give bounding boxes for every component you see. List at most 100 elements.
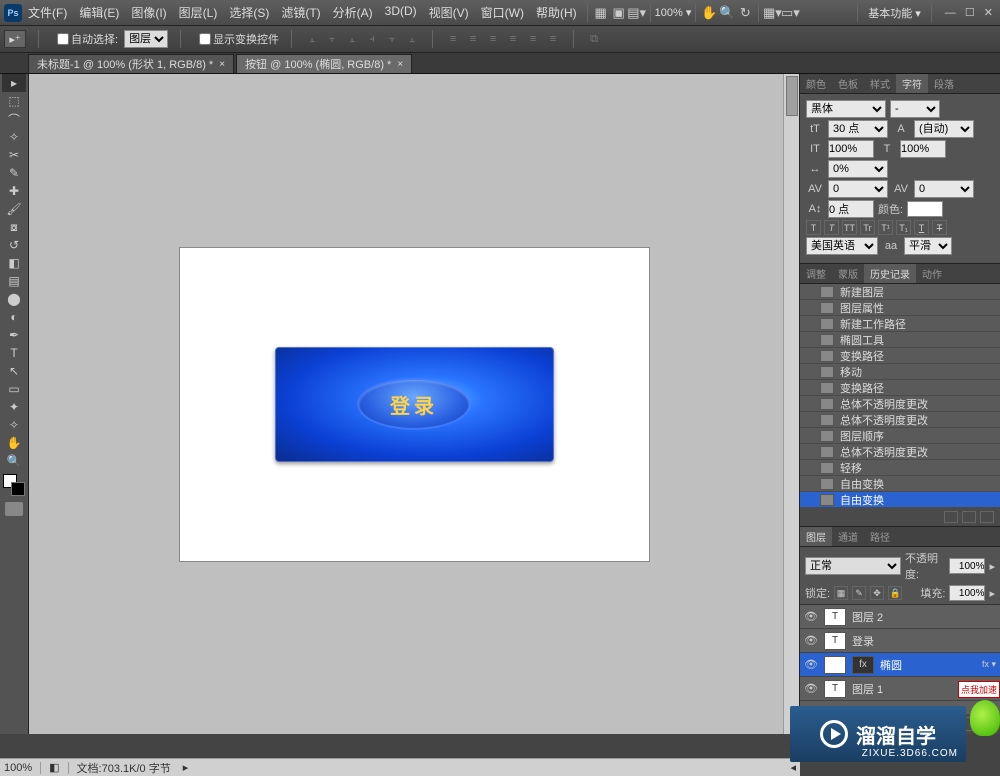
menu-analysis[interactable]: 分析(A) [327,4,379,21]
visibility-icon[interactable]: 👁 [804,682,818,695]
layer-row[interactable]: 👁fx椭圆fx ▾ [800,653,1000,677]
status-arrow-icon[interactable]: ▸ [183,761,189,774]
gradient-tool[interactable]: ▤ [2,272,26,290]
zoom-icon[interactable]: 🔍 [718,4,736,22]
menu-edit[interactable]: 编辑(E) [73,4,125,21]
dodge-tool[interactable]: ◐ [2,308,26,326]
brush-tool[interactable]: 🖌 [2,200,26,218]
tab-character[interactable]: 字符 [896,74,928,93]
arrange-icon[interactable]: ▦▾ [763,4,781,22]
lock-transparency[interactable]: ▦ [834,586,848,600]
hscale[interactable] [900,140,946,158]
opacity-arrow-icon[interactable]: ▸ [989,560,995,573]
trash-icon[interactable] [980,511,994,523]
show-transform-controls[interactable]: 显示变换控件 [199,31,279,47]
menu-filter[interactable]: 滤镜(T) [275,4,326,21]
layer-row[interactable]: 👁T登录 [800,629,1000,653]
visibility-icon[interactable]: 👁 [804,610,818,623]
new-snapshot-icon[interactable] [944,511,958,523]
font-family[interactable]: 黑体 [806,100,886,118]
tab-close-icon[interactable]: × [397,59,403,70]
type-tool[interactable]: T [2,344,26,362]
eraser-tool[interactable]: ◧ [2,254,26,272]
menu-layer[interactable]: 图层(L) [173,4,224,21]
workspace-switch[interactable]: 基本功能 ▾ [868,5,921,21]
visibility-icon[interactable]: 👁 [804,658,818,671]
auto-select-target[interactable]: 图层 [124,30,168,48]
doc-tab-2[interactable]: 按钮 @ 100% (椭圆, RGB/8) *× [236,54,412,73]
status-zoom[interactable]: 100% [4,762,32,774]
document-canvas[interactable]: 登录 [179,247,650,562]
menu-image[interactable]: 图像(I) [125,4,172,21]
tracking[interactable]: 0% [828,160,888,178]
menu-window[interactable]: 窗口(W) [475,4,530,21]
heal-tool[interactable]: ✚ [2,182,26,200]
history-item[interactable]: 总体不透明度更改 [800,444,1000,460]
tab-styles[interactable]: 样式 [864,74,896,93]
maximize-icon[interactable]: ☐ [962,7,978,19]
history-item[interactable]: 轻移 [800,460,1000,476]
minimize-icon[interactable]: — [942,7,959,19]
history-item[interactable]: 自由变换 [800,476,1000,492]
mascot-badge[interactable]: 点我加速 [958,681,1000,698]
tab-paragraph[interactable]: 段落 [928,74,960,93]
history-item[interactable]: 总体不透明度更改 [800,396,1000,412]
3d-tool[interactable]: ✦ [2,398,26,416]
marquee-tool[interactable]: ⬚ [2,92,26,110]
tab-close-icon[interactable]: × [219,59,225,70]
antialias[interactable]: 平滑 [904,237,952,255]
lock-position[interactable]: ✥ [870,586,884,600]
history-item[interactable]: 自由变换 [800,492,1000,508]
path-tool[interactable]: ↖ [2,362,26,380]
font-style[interactable]: - [890,100,940,118]
lock-paint[interactable]: ✎ [852,586,866,600]
kerning2[interactable]: 0 [914,180,974,198]
fill-input[interactable] [949,585,985,601]
menu-help[interactable]: 帮助(H) [530,4,583,21]
crop-tool[interactable]: ✂ [2,146,26,164]
history-item[interactable]: 新建图层 [800,284,1000,300]
tab-color[interactable]: 颜色 [800,74,832,93]
tab-layers[interactable]: 图层 [800,527,832,546]
menu-select[interactable]: 选择(S) [223,4,275,21]
canvas-area[interactable]: 登录 [29,74,799,734]
visibility-icon[interactable]: 👁 [804,634,818,647]
stamp-tool[interactable]: ⧇ [2,218,26,236]
opacity-input[interactable] [949,558,985,574]
close-icon[interactable]: ✕ [981,7,996,19]
hand-icon[interactable]: ✋ [700,4,718,22]
history-item[interactable]: 变换路径 [800,348,1000,364]
hand-tool[interactable]: ✋ [2,434,26,452]
menu-file[interactable]: 文件(F) [22,4,73,21]
text-color-swatch[interactable] [907,201,943,217]
auto-select-checkbox[interactable]: 自动选择: [57,31,118,47]
shape-tool[interactable]: ▭ [2,380,26,398]
wand-tool[interactable]: ✧ [2,128,26,146]
vscale[interactable] [828,140,874,158]
history-item[interactable]: 椭圆工具 [800,332,1000,348]
minibridge-icon[interactable]: ▣ [610,4,628,22]
tab-swatches[interactable]: 色板 [832,74,864,93]
menu-view[interactable]: 视图(V) [423,4,475,21]
blend-mode[interactable]: 正常 [805,557,901,575]
quickmask-icon[interactable] [5,502,23,516]
history-item[interactable]: 图层顺序 [800,428,1000,444]
eyedropper-tool[interactable]: ✎ [2,164,26,182]
menu-3d[interactable]: 3D(D) [379,4,423,21]
lasso-tool[interactable]: ⌒ [2,110,26,128]
viewextra-icon[interactable]: ▤▾ [628,4,646,22]
rotate-icon[interactable]: ↻ [736,4,754,22]
move-tool-icon[interactable]: ▸⁺ [4,30,26,48]
language[interactable]: 美国英语 [806,237,878,255]
new-doc-icon[interactable] [962,511,976,523]
kerning[interactable]: 0 [828,180,888,198]
zoom-tool[interactable]: 🔍 [2,452,26,470]
font-size[interactable]: 30 点 [828,120,888,138]
history-item[interactable]: 图层属性 [800,300,1000,316]
lock-all[interactable]: 🔒 [888,586,902,600]
blur-tool[interactable]: ⬤ [2,290,26,308]
color-swatches[interactable] [3,474,25,496]
pen-tool[interactable]: ✒ [2,326,26,344]
history-brush-tool[interactable]: ↺ [2,236,26,254]
3d-camera-tool[interactable]: ✧ [2,416,26,434]
